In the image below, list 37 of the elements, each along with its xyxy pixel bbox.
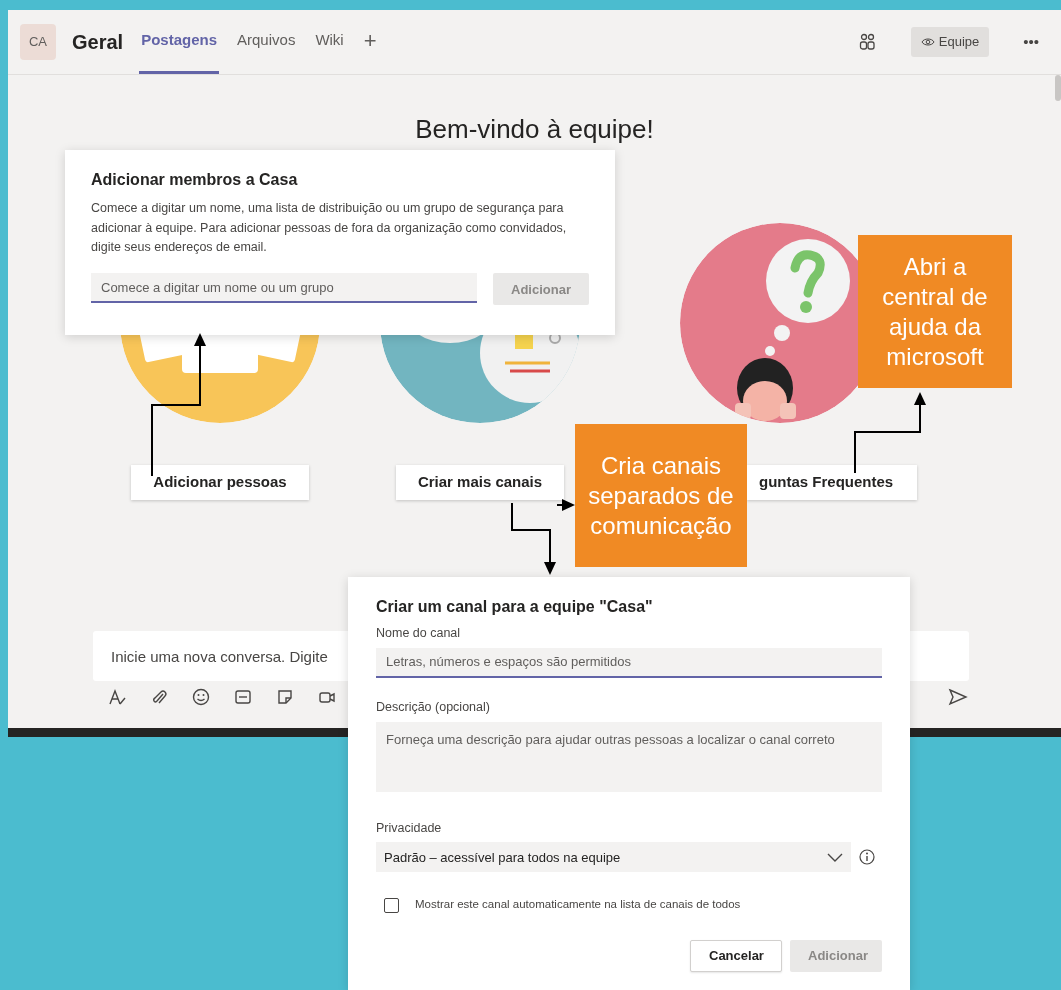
privacy-dropdown[interactable]: Padrão – acessível para todos na equipe [376, 842, 851, 873]
dialog-title: Criar um canal para a equipe "Casa" [376, 597, 654, 617]
description-field[interactable]: Forneça uma descrição para ajudar outras pessoas a localizar o canal correto [376, 721, 882, 792]
welcome-title: Bem-vindo à equipe! [415, 113, 654, 145]
action-button[interactable]: Criar mais canais [395, 465, 565, 500]
add-tab-button[interactable]: + [361, 10, 379, 74]
dialog-title: Adicionar membros a Casa [91, 170, 299, 190]
scrollbar-thumb[interactable] [1055, 75, 1061, 101]
action-button[interactable]: guntas Frequentes [747, 465, 917, 500]
callout-note: Abri a central de ajuda da microsoft [858, 235, 1012, 388]
people-icon[interactable] [858, 33, 877, 51]
name-search-field[interactable]: Comece a digitar um nome ou um grupo [91, 273, 478, 304]
chevron-down-icon [827, 852, 843, 862]
send-icon[interactable] [948, 688, 968, 706]
dialog-button[interactable]: Cancelar [690, 939, 782, 972]
more-options-button[interactable]: ••• [1013, 25, 1049, 59]
eye-icon [920, 37, 935, 47]
smiley-icon[interactable] [192, 688, 210, 706]
format-icon[interactable] [108, 688, 126, 706]
field-label: Descrição (opcional) [376, 698, 491, 716]
tab[interactable]: Arquivos [235, 10, 298, 74]
channel-name: Geral [72, 30, 124, 55]
paperclip-icon[interactable] [150, 688, 168, 706]
field-label: Nome do canal [376, 625, 462, 643]
channel-name-field[interactable]: Letras, números e espaços são permitidos [376, 647, 882, 678]
team-button[interactable]: Equipe [910, 27, 990, 57]
dialog-description: Comece a digitar um nome, uma lista de distribuição ou um grupo de segurança para adicionar à equipe. Para adicionar pessoas de fora da organização como convidados, digite seus endereços de email. [91, 200, 568, 256]
sticker-icon[interactable] [276, 688, 294, 706]
tab[interactable]: Postagens [139, 10, 219, 74]
checkbox-label: Mostrar este canal automaticamente na lista de canais de todos [415, 897, 741, 913]
field-label: Privacidade [376, 819, 443, 837]
team-avatar: CA [20, 24, 56, 60]
callout-note: Cria canais separados de comunicação [575, 424, 747, 567]
checkbox[interactable] [384, 897, 399, 913]
action-button[interactable]: Adicionar pessoas [131, 465, 309, 500]
info-icon[interactable] [859, 849, 875, 866]
tab[interactable]: Wiki [313, 10, 346, 74]
